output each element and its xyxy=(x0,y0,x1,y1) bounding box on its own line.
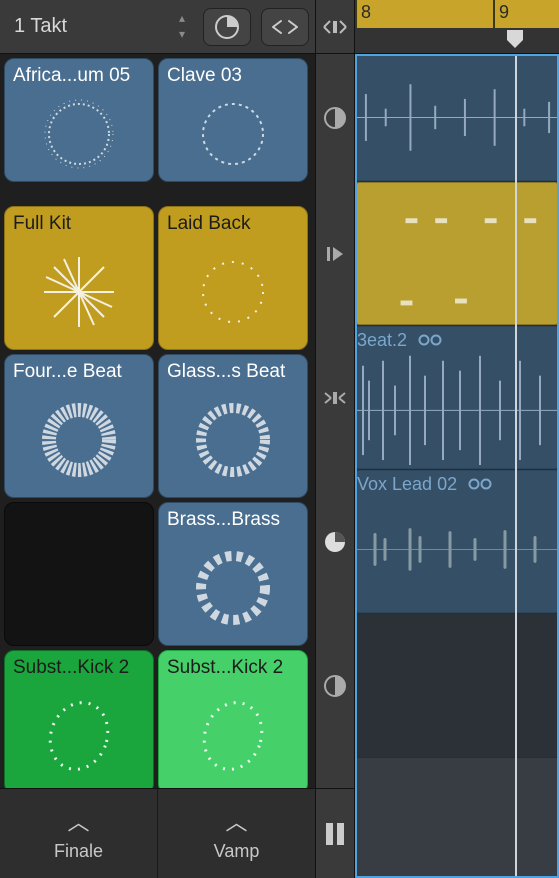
burst-icon xyxy=(34,235,124,349)
quarter-pie-icon xyxy=(323,530,347,554)
cell-kick-a[interactable]: Subst...Kick 2 xyxy=(4,650,154,788)
half-circle-icon xyxy=(323,106,347,130)
cell-label: Subst...Kick 2 xyxy=(5,651,153,679)
waveform-ring-icon xyxy=(37,87,121,181)
jagged-ring-icon xyxy=(188,383,278,497)
lane-3[interactable]: Vox Lead 02 xyxy=(355,470,559,614)
cell-grid: Africa...um 05 Clave 03 Full Kit xyxy=(0,54,315,788)
cell-label: Brass...Brass xyxy=(159,503,307,531)
playhead-handle[interactable] xyxy=(505,28,525,50)
lane-nudge-2[interactable] xyxy=(316,326,354,470)
cell-laidback[interactable]: Laid Back xyxy=(158,206,308,350)
trigger-icon xyxy=(322,18,348,36)
stretch-icon xyxy=(270,17,300,37)
ruler[interactable]: 8 9 xyxy=(355,0,559,54)
cell-fourbeat[interactable]: Four...e Beat xyxy=(4,354,154,498)
chevron-down-icon: ▾ xyxy=(179,28,185,40)
cell-kick-b[interactable]: Subst...Kick 2 xyxy=(158,650,308,788)
toolbar: 1 Takt ▴ ▾ xyxy=(0,0,315,54)
dot-ring-icon xyxy=(34,679,124,788)
song-section-next[interactable]: ︿ Vamp xyxy=(158,789,315,878)
waveform-ring-icon xyxy=(191,87,275,181)
cell-label: Glass...s Beat xyxy=(159,355,307,383)
dot-ring-icon xyxy=(188,679,278,788)
playhead-line xyxy=(515,54,517,878)
cell-label: Subst...Kick 2 xyxy=(159,651,307,679)
waveform-icon xyxy=(356,55,558,180)
live-loops-panel: 1 Takt ▴ ▾ Africa...um 05 xyxy=(0,0,315,878)
playhead-icon xyxy=(505,28,525,50)
sparse-ring-icon xyxy=(191,235,275,349)
waveform-icon xyxy=(355,470,559,613)
chevron-up-icon: ︿ xyxy=(225,805,247,837)
lane-2[interactable]: 3eat.2 xyxy=(355,326,559,470)
metronome-button[interactable] xyxy=(203,8,251,46)
lane-volume-0[interactable] xyxy=(316,54,354,182)
lane-controls-column xyxy=(315,0,355,878)
play-small-icon xyxy=(325,244,345,264)
lane-volume-3[interactable] xyxy=(316,470,354,614)
cell-label: Laid Back xyxy=(159,207,307,235)
cell-fullkit[interactable]: Full Kit xyxy=(4,206,154,350)
cell-empty[interactable] xyxy=(4,502,154,646)
dash-ring-icon xyxy=(188,531,278,645)
cell-clave[interactable]: Clave 03 xyxy=(158,58,308,182)
nudge-icon xyxy=(322,389,348,407)
lane-volume-4[interactable] xyxy=(316,614,354,758)
pause-button[interactable] xyxy=(316,788,354,878)
trigger-all-button[interactable] xyxy=(316,0,354,54)
quantize-value: 1 Takt xyxy=(14,15,67,38)
pause-icon xyxy=(324,821,346,847)
timeline[interactable]: 8 9 xyxy=(355,0,559,878)
cell-glassbeat[interactable]: Glass...s Beat xyxy=(158,354,308,498)
chevron-up-icon: ▴ xyxy=(179,12,185,24)
waveform-icon xyxy=(355,326,559,469)
cell-label: Africa...um 05 xyxy=(5,59,153,87)
cell-africa[interactable]: Africa...um 05 xyxy=(4,58,154,182)
bar-number: 8 xyxy=(361,2,371,23)
lane-0[interactable] xyxy=(355,54,559,182)
bar-number: 9 xyxy=(499,2,509,23)
song-section-nav: ︿ Finale ︿ Vamp xyxy=(0,788,315,878)
song-section-label: Vamp xyxy=(214,841,260,862)
quantize-select[interactable]: 1 Takt ▴ ▾ xyxy=(4,8,193,46)
cell-label: Four...e Beat xyxy=(5,355,153,383)
timeline-panel: 8 9 xyxy=(315,0,559,878)
song-section-label: Finale xyxy=(54,841,103,862)
stretch-button[interactable] xyxy=(261,8,309,46)
pie-icon xyxy=(214,14,240,40)
half-circle-icon xyxy=(323,674,347,698)
midi-notes-icon xyxy=(356,183,558,324)
cell-label: Clave 03 xyxy=(159,59,307,87)
song-section-prev[interactable]: ︿ Finale xyxy=(0,789,158,878)
lane-1[interactable] xyxy=(355,182,559,326)
jagged-ring-icon xyxy=(34,383,124,497)
lane-4[interactable] xyxy=(355,614,559,758)
cell-label: Full Kit xyxy=(5,207,153,235)
cell-brass[interactable]: Brass...Brass xyxy=(158,502,308,646)
chevron-up-icon: ︿ xyxy=(67,805,89,837)
lane-play-1[interactable] xyxy=(316,182,354,326)
